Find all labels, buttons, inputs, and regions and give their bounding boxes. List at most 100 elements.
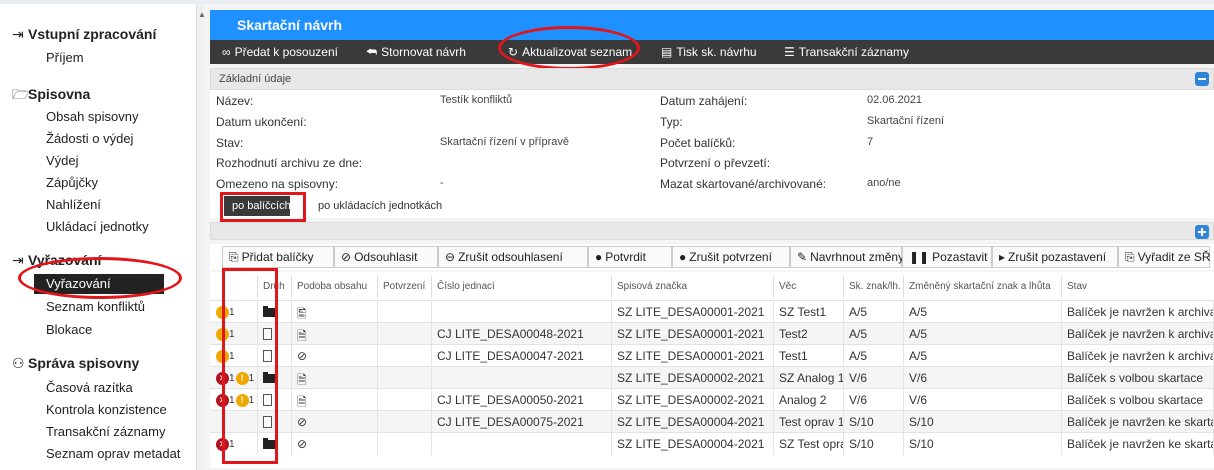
aktualizovat-seznam-button[interactable]: ↻ Aktualizovat seznam	[508, 45, 632, 59]
cell-potvrzeni	[378, 301, 432, 323]
sidebar-section-sprava[interactable]: ⚇ Správa spisovny	[12, 355, 139, 372]
document-icon: ▤	[661, 45, 673, 59]
table-row[interactable]: ✕ 1! 1 🗎 CJ LITE_DESA00050-2021 SZ LITE_DESA0…	[210, 388, 1214, 411]
error-icon[interactable]: ✕	[216, 394, 229, 408]
value-stav: Skartační řízení v přípravě	[440, 136, 569, 148]
odsouhlasit-button[interactable]: ⊘ Odsouhlasit	[334, 246, 438, 268]
table-row[interactable]: ! 1 🖺 SZ LITE_DESA00001-2021 SZ Test1 A/5 A/5 B…	[210, 300, 1214, 323]
sidebar-item-ukladaci[interactable]: Ukládací jednotky	[46, 219, 149, 234]
column-header-zmeneny-znak[interactable]: Změněný skartační znak a lhůta	[904, 276, 1062, 298]
table-row[interactable]: ⊘ CJ LITE_DESA00075-2021 SZ LITE_DESA00004…	[210, 410, 1214, 433]
document-icon	[263, 416, 272, 428]
sidebar-item-blokace[interactable]: Blokace	[46, 322, 92, 337]
tisk-sk-navrhu-button[interactable]: ▤ Tisk sk. návrhu	[661, 45, 757, 59]
zrusit-potvrzeni-button[interactable]: ● Zrušit potvrzení	[672, 246, 790, 268]
paper-content-icon: 🗎	[297, 395, 307, 409]
main-content: Skartační návrh ∞ Předat k posouzení ⮪ Sto…	[204, 4, 1214, 470]
error-icon[interactable]: ✕	[216, 438, 229, 452]
cell-flags: ! 1	[210, 301, 258, 323]
sidebar-item-seznam-konfliktu[interactable]: Seznam konfliktů	[46, 299, 145, 314]
cell-stav: Balíček s volbou skartace	[1062, 389, 1214, 411]
sidebar-item-seznam-oprav[interactable]: Seznam oprav metadat	[46, 446, 180, 461]
table-row[interactable]: ! 1 ⊘ CJ LITE_DESA00047-2021 SZ LITE_DESA000…	[210, 344, 1214, 367]
sidebar-item-zapujcky[interactable]: Zápůjčky	[46, 175, 98, 190]
tab-po-balicich[interactable]: po balíčcích	[224, 196, 291, 216]
minus-circle-icon: ⊖	[445, 250, 456, 264]
column-header-spisova-znacka[interactable]: Spisová značka	[612, 276, 774, 298]
users-icon: ⚇	[12, 355, 25, 371]
details-panel: Název: Testík konfliktů Datum ukončení: …	[210, 90, 1214, 192]
tab-po-ukladacich-jednotkach[interactable]: po ukládacích jednotkách	[318, 200, 442, 212]
value-datum-zahajeni: 02.06.2021	[867, 94, 923, 106]
sidebar-scrollbar[interactable]: ▲	[196, 4, 206, 470]
transakcni-zaznamy-button[interactable]: ☰ Transakční záznamy	[784, 45, 909, 59]
column-header-flags[interactable]	[210, 276, 258, 298]
sidebar-item-casova-razitka[interactable]: Časová razítka	[46, 380, 133, 395]
cell-druh	[258, 433, 292, 455]
details-heading: Základní údaje	[219, 73, 292, 85]
cell-potvrzeni	[378, 345, 432, 367]
sidebar-item-transakcni[interactable]: Transakční záznamy	[46, 424, 165, 439]
sidebar-item-nahlizeni[interactable]: Nahlížení	[46, 197, 101, 212]
cell-zmena: S/10	[904, 411, 1062, 433]
sidebar-section-vyrazovani[interactable]: ⇥ Vyřazování	[12, 252, 101, 269]
warning-count: 1	[248, 373, 255, 385]
paper-content-icon: 🗎	[297, 373, 307, 387]
warning-icon[interactable]: !	[216, 328, 229, 342]
paper-content-icon: 🗎	[297, 329, 307, 343]
cell-sz: SZ LITE_DESA00004-2021	[612, 411, 774, 433]
page-title: Skartační návrh	[210, 10, 1214, 40]
warning-icon[interactable]: !	[235, 394, 249, 408]
cell-stav: Balíček je navržen k archivaci	[1062, 301, 1214, 323]
table-row[interactable]: ! 1 🗎 CJ LITE_DESA00048-2021 SZ LITE_DESA000…	[210, 322, 1214, 345]
navrhnout-zmeny-button[interactable]: ✎ Navrhnout změny	[790, 246, 904, 268]
sidebar-item-obsah[interactable]: Obsah spisovny	[46, 109, 139, 124]
sidebar-item-zadosti[interactable]: Žádosti o výdej	[46, 131, 133, 146]
column-header-stav[interactable]: Stav	[1062, 276, 1214, 298]
table-row[interactable]: ✕ 1! 1 🗎 SZ LITE_DESA00002-2021 SZ Analog 1 V/…	[210, 366, 1214, 389]
pridat-balicky-button[interactable]: ⎘ Přidat balíčky	[222, 246, 334, 268]
table-row[interactable]: ✕1⊘SZ LITE_DESA00004-2021SZ Test opravS/…	[210, 432, 1214, 455]
cell-znak: A/5	[844, 301, 904, 323]
vyradit-ze-sr-button[interactable]: ⎘ Vyřadit ze SŘ	[1118, 246, 1211, 268]
edit-icon: ✎	[797, 250, 808, 264]
zrusit-odsouhlaseni-button[interactable]: ⊖ Zrušit odsouhlasení	[438, 246, 588, 268]
label-rozhodnuti: Rozhodnutí archivu ze dne:	[216, 156, 363, 170]
sidebar-section-vstupni[interactable]: ⇥ Vstupní zpracování	[12, 26, 156, 43]
collapse-icon[interactable]	[1195, 72, 1209, 86]
sidebar-section-spisovna[interactable]: 🗁Spisovna	[12, 84, 90, 108]
column-header-druh[interactable]: Druh	[258, 276, 292, 298]
sidebar-item-vydej[interactable]: Výdej	[46, 153, 79, 168]
infinity-icon: ∞	[222, 45, 231, 59]
sidebar-item-kontrola[interactable]: Kontrola konzistence	[46, 402, 167, 417]
warning-icon[interactable]: !	[216, 350, 229, 364]
sidebar-item-prijem[interactable]: Příjem	[46, 50, 84, 65]
reply-icon: ⮪	[366, 45, 378, 59]
stornovat-navrh-button[interactable]: ⮪ Stornovat návrh	[366, 45, 466, 60]
digital-content-icon: ⊘	[297, 415, 308, 429]
column-header-cislo-jednaci[interactable]: Číslo jednací	[432, 276, 612, 298]
value-omezeno: -	[440, 177, 444, 189]
cell-sz: SZ LITE_DESA00001-2021	[612, 301, 774, 323]
label-datum-ukonceni: Datum ukončení:	[216, 115, 307, 129]
warning-icon[interactable]: !	[235, 372, 249, 386]
column-header-podoba[interactable]: Podoba obsahu	[292, 276, 378, 298]
document-icon	[263, 394, 272, 406]
warning-count: 1	[248, 395, 255, 407]
pause-icon: ❚❚	[909, 250, 930, 264]
add-icon[interactable]	[1195, 225, 1209, 239]
column-header-sk-znak[interactable]: Sk. znak/lh.	[844, 276, 904, 298]
column-header-vec[interactable]: Věc	[774, 276, 844, 298]
column-header-potvrzeni[interactable]: Potvrzení	[378, 276, 432, 298]
view-tabs: po balíčcích po ukládacích jednotkách	[210, 192, 1214, 218]
zrusit-pozastaveni-button[interactable]: ▸ Zrušit pozastavení	[992, 246, 1118, 268]
warning-icon[interactable]: !	[216, 306, 229, 320]
cell-podoba: 🗎	[292, 389, 378, 411]
potvrdit-button[interactable]: ● Potvrdit	[588, 246, 672, 268]
value-mazat: ano/ne	[867, 177, 901, 189]
error-icon[interactable]: ✕	[216, 372, 229, 386]
cell-stav: Balíček je navržen k archivaci	[1062, 323, 1214, 345]
pozastavit-button[interactable]: ❚❚ Pozastavit	[902, 246, 992, 268]
sidebar-item-vyrazovani[interactable]: Vyřazování	[34, 274, 164, 294]
predat-k-posouzeni-button[interactable]: ∞ Předat k posouzení	[222, 45, 338, 59]
